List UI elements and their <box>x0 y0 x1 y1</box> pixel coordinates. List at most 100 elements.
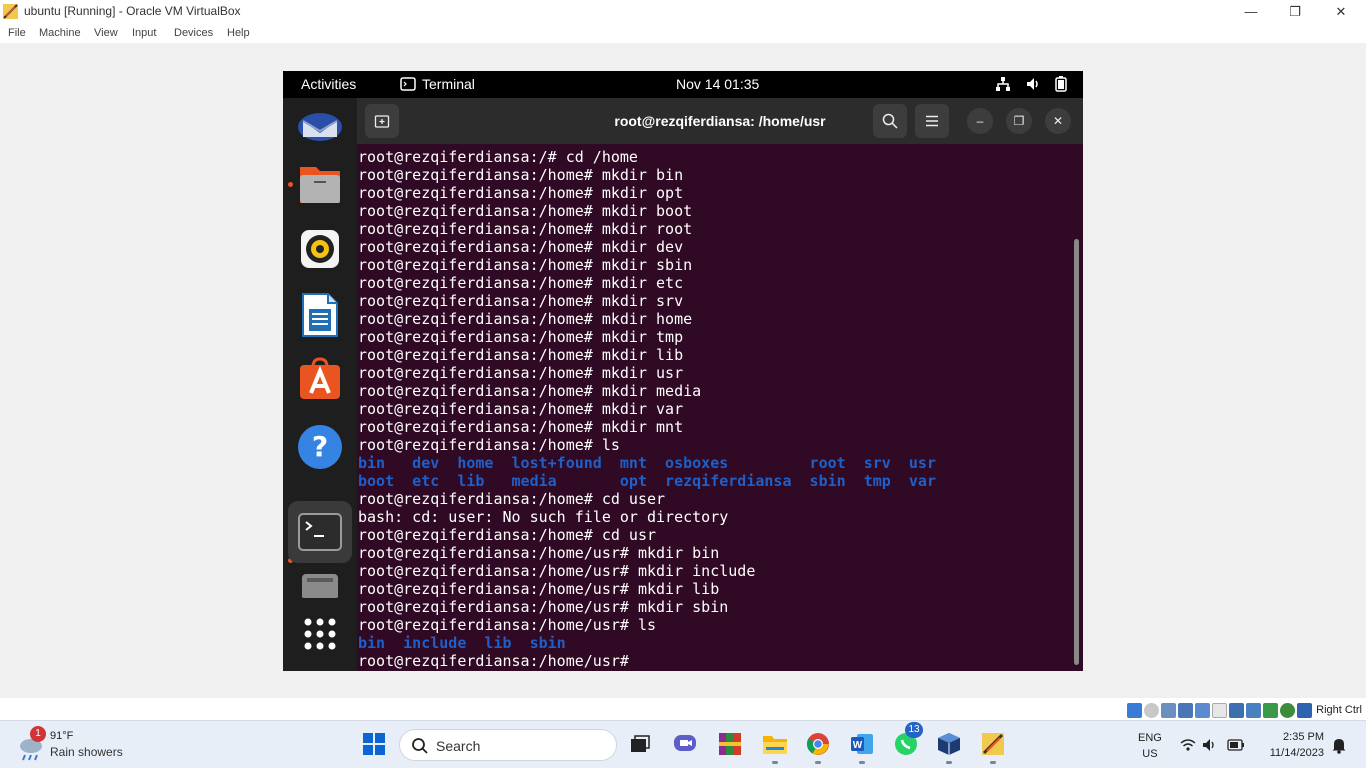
dock-files[interactable] <box>297 161 343 207</box>
word-icon: W <box>851 734 873 754</box>
terminal-ls-output-line: bin include lib sbin <box>358 634 566 652</box>
terminal-small-icon <box>400 77 416 91</box>
chrome-button[interactable] <box>805 731 831 757</box>
vbox-status-bar: Right Ctrl <box>1127 700 1366 720</box>
task-view-button[interactable] <box>627 731 653 757</box>
wifi-icon[interactable] <box>1180 738 1196 752</box>
menu-file[interactable]: File <box>8 27 26 39</box>
file-explorer-button[interactable] <box>762 731 788 757</box>
restore-button[interactable]: ❐ <box>1272 0 1318 23</box>
battery-icon[interactable] <box>1227 739 1245 751</box>
harddisk-status-icon[interactable] <box>1127 702 1143 718</box>
menu-help[interactable]: Help <box>227 27 250 39</box>
close-window-button[interactable]: ✕ <box>1318 0 1364 23</box>
terminal-scrollbar[interactable] <box>1074 239 1079 665</box>
terminal-command-line: root@rezqiferdiansa:/home/usr# mkdir sbi… <box>358 598 729 616</box>
keyboard-layout: US <box>1142 748 1158 760</box>
dock-app-center[interactable] <box>297 356 343 402</box>
terminal-command-line: root@rezqiferdiansa:/home# ls <box>358 436 620 454</box>
usb-status-icon[interactable] <box>1195 702 1211 718</box>
dock-thunderbird[interactable] <box>297 102 343 148</box>
dock-libreoffice-writer[interactable] <box>297 292 343 338</box>
mouse-integration-status-icon[interactable] <box>1280 702 1296 718</box>
optical-drive-status-icon[interactable] <box>1144 702 1160 718</box>
taskbar-time: 2:35 PM <box>1283 731 1324 743</box>
weather-temperature: 91°F <box>50 730 74 742</box>
chrome-icon <box>807 733 829 755</box>
terminal-command-line: root@rezqiferdiansa:/home# mkdir media <box>358 382 702 400</box>
shared-folders-status-icon[interactable] <box>1212 702 1228 718</box>
terminal-command-line: root@rezqiferdiansa:/home/usr# mkdir lib <box>358 580 720 598</box>
terminal-icon <box>298 513 342 551</box>
host-key-label: Right Ctrl <box>1316 704 1362 716</box>
terminal-command-line: root@rezqiferdiansa:/home# mkdir dev <box>358 238 684 256</box>
network-status-icon[interactable] <box>1178 702 1194 718</box>
ubuntu-vm-icon <box>982 733 1004 755</box>
taskbar-clock[interactable]: 2:35 PM 11/14/2023 <box>1254 729 1324 761</box>
terminal-command-line: root@rezqiferdiansa:/home/usr# mkdir bin <box>358 544 720 562</box>
terminal-command-line: root@rezqiferdiansa:/home/usr# mkdir inc… <box>358 562 756 580</box>
notification-bell-icon[interactable] <box>1331 736 1347 754</box>
app-menu-label: Terminal <box>422 76 475 92</box>
running-indicator <box>288 182 293 187</box>
terminal-output[interactable]: root@rezqiferdiansa:/# cd /home root@rezq… <box>357 144 1083 671</box>
taskbar-search[interactable]: Search <box>399 729 617 761</box>
windows-taskbar: 1 91°F Rain showers Search W 13 ENG US 2… <box>0 720 1366 768</box>
vm-taskbar-button[interactable] <box>980 731 1006 757</box>
folder-icon <box>763 736 787 754</box>
disk-icon <box>302 574 338 598</box>
open-app-indicator <box>815 761 821 764</box>
system-tray[interactable] <box>995 76 1067 92</box>
rhythmbox-icon <box>301 230 339 268</box>
input-language-indicator[interactable]: ENG US <box>1138 730 1162 762</box>
host-key-status-icon[interactable] <box>1297 702 1313 718</box>
menu-view[interactable]: View <box>94 27 118 39</box>
app-menu[interactable]: Terminal <box>400 76 475 92</box>
virtualbox-taskbar-button[interactable] <box>936 731 962 757</box>
terminal-command-line: root@rezqiferdiansa:/home# cd user <box>358 490 666 508</box>
clock[interactable]: Nov 14 01:35 <box>676 76 759 92</box>
help-icon: ? <box>298 425 342 469</box>
terminal-command-line: root@rezqiferdiansa:/home# mkdir tmp <box>358 328 684 346</box>
virtualbox-app-icon <box>3 4 18 19</box>
menu-devices[interactable]: Devices <box>174 27 213 39</box>
recording-status-icon[interactable] <box>1246 702 1262 718</box>
open-app-indicator <box>859 761 865 764</box>
dock-rhythmbox[interactable] <box>297 226 343 272</box>
battery-icon <box>1055 76 1067 92</box>
restore-icon: ❐ <box>1289 3 1301 19</box>
word-button[interactable]: W <box>849 731 875 757</box>
terminal-headerbar: root@rezqiferdiansa: /home/usr – ❐ ✕ <box>357 98 1083 144</box>
search-button[interactable] <box>873 104 907 138</box>
search-icon <box>882 113 898 129</box>
teams-chat-button[interactable] <box>672 731 698 757</box>
terminal-command-line: root@rezqiferdiansa:/home/usr# ls <box>358 616 657 634</box>
minimize-button[interactable]: — <box>1228 0 1274 23</box>
network-icon <box>996 77 1010 91</box>
winrar-taskbar-button[interactable] <box>717 731 743 757</box>
display-status-icon[interactable] <box>1229 702 1245 718</box>
cpu-status-icon[interactable] <box>1263 702 1279 718</box>
menu-button[interactable] <box>915 104 949 138</box>
menu-input[interactable]: Input <box>132 27 156 39</box>
terminal-command-line: root@rezqiferdiansa:/home# mkdir root <box>358 220 693 238</box>
gnome-top-bar: Activities Terminal Nov 14 01:35 <box>283 71 1083 98</box>
terminal-close-button[interactable]: ✕ <box>1045 108 1071 134</box>
show-applications-button[interactable] <box>297 611 343 657</box>
audio-status-icon[interactable] <box>1161 702 1177 718</box>
menu-machine[interactable]: Machine <box>39 27 81 39</box>
language-code: ENG <box>1138 732 1162 744</box>
chat-icon <box>674 735 696 751</box>
dock-disk[interactable] <box>297 572 343 598</box>
terminal-maximize-button[interactable]: ❐ <box>1006 108 1032 134</box>
terminal-command-line: root@rezqiferdiansa:/home# mkdir mnt <box>358 418 684 436</box>
start-button[interactable] <box>361 731 387 757</box>
activities-button[interactable]: Activities <box>301 76 356 92</box>
search-label: Search <box>436 738 481 754</box>
whatsapp-button[interactable]: 13 <box>893 722 923 757</box>
dock-terminal[interactable] <box>288 501 352 563</box>
speaker-icon[interactable] <box>1202 738 1218 752</box>
terminal-ls-output-line: boot etc lib media opt rezqiferdiansa sb… <box>358 472 936 490</box>
terminal-minimize-button[interactable]: – <box>967 108 993 134</box>
dock-help[interactable]: ? <box>297 424 343 470</box>
